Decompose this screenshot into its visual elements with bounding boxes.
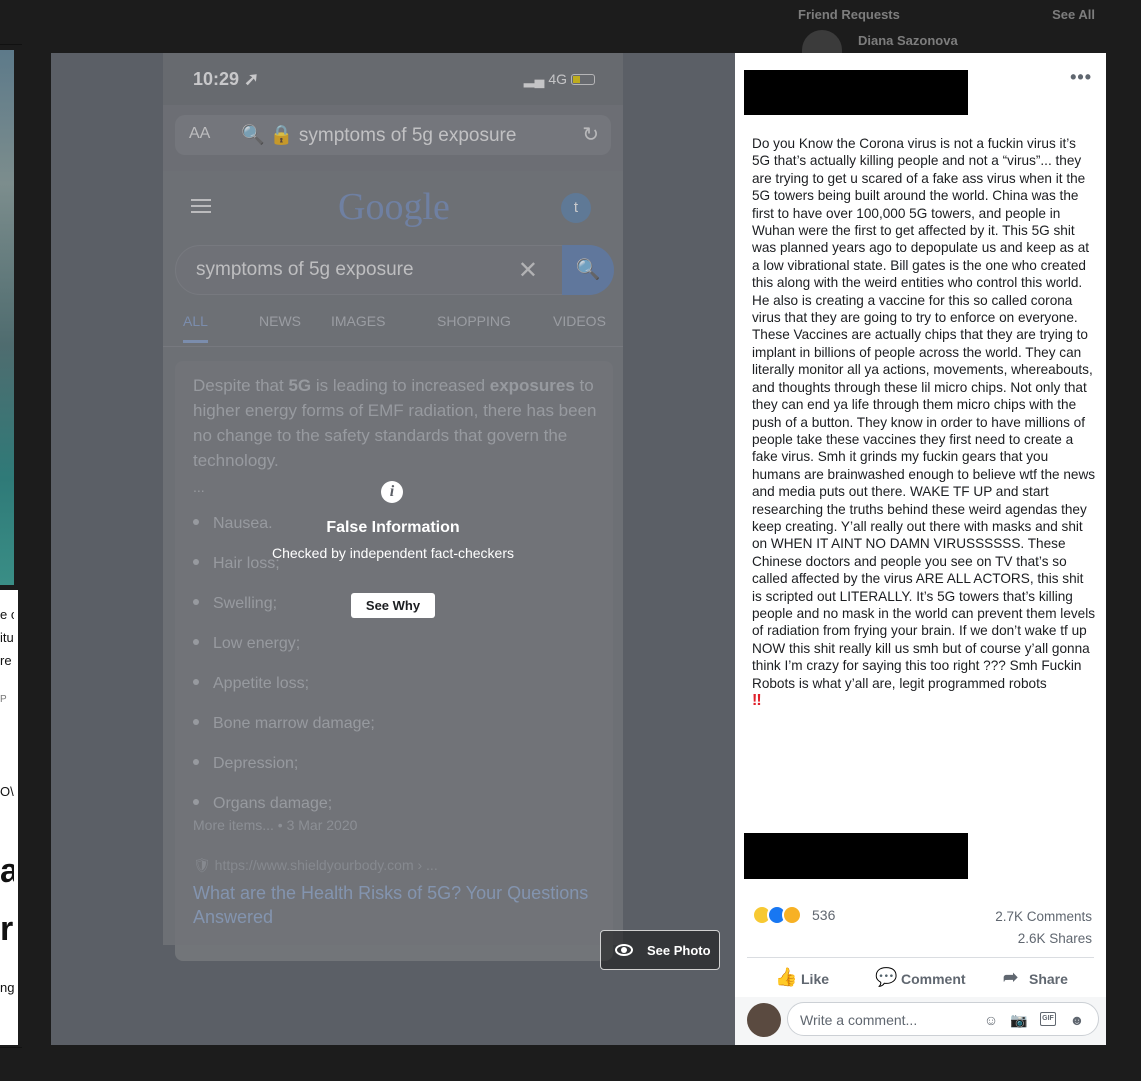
post-panel: ••• Do you Know the Corona virus is not …: [735, 53, 1106, 1045]
divider: [747, 957, 1094, 958]
background-text-fragment: e c: [0, 607, 14, 622]
friend-requests-panel: Friend Requests See All Diana Sazonova: [790, 0, 1141, 54]
see-all-link[interactable]: See All: [1052, 7, 1095, 22]
warning-subtitle: Checked by independent fact-checkers: [271, 545, 515, 561]
comment-icon: 💬: [875, 967, 898, 987]
warning-title: False Information: [326, 519, 460, 536]
redacted-block: [744, 833, 968, 879]
share-label: Share: [1029, 971, 1068, 987]
avatar: [747, 1003, 781, 1037]
like-label: Like: [801, 971, 830, 987]
wow-reaction-icon: [782, 905, 802, 925]
friend-name[interactable]: Diana Sazonova: [858, 33, 958, 48]
see-why-button[interactable]: See Why: [351, 593, 435, 618]
like-icon: 👍: [775, 967, 798, 987]
background-text-fragment: itu: [0, 630, 14, 645]
see-photo-label: See Photo: [647, 943, 711, 958]
camera-icon[interactable]: 📷: [1010, 1011, 1028, 1029]
post-text: Do you Know the Corona virus is not a fu…: [752, 136, 1096, 709]
background-text-fragment: O\: [0, 784, 14, 799]
friend-requests-title: Friend Requests: [798, 7, 900, 22]
comments-count[interactable]: 2.7K Comments: [995, 909, 1092, 924]
comment-composer: Write a comment... ☺ 📷 GIF ☻: [735, 997, 1106, 1045]
reaction-count: 536: [812, 907, 836, 923]
background-divider: [0, 1047, 22, 1048]
background-text-fragment: re: [0, 653, 12, 668]
background-heading-fragment: r: [0, 910, 14, 948]
sticker-icon[interactable]: ☻: [1068, 1011, 1086, 1029]
more-options-icon[interactable]: •••: [1070, 67, 1092, 88]
background-text-fragment: ng: [0, 980, 14, 995]
share-icon: ➦: [1003, 967, 1019, 987]
emoji-icon[interactable]: ☺: [982, 1011, 1000, 1029]
comment-placeholder: Write a comment...: [800, 1012, 918, 1028]
info-icon: i: [381, 481, 403, 503]
shares-count[interactable]: 2.6K Shares: [1018, 931, 1092, 946]
double-exclamation-emoji: ‼: [752, 692, 762, 709]
background-text-fragment: P: [0, 694, 7, 705]
photo-viewer[interactable]: 10:29 ➚ ▂▄ 4G AA 🔍 🔒 symptoms of 5g expo…: [51, 53, 735, 1045]
comment-input[interactable]: Write a comment... ☺ 📷 GIF ☻: [787, 1002, 1099, 1036]
eye-icon: [615, 944, 633, 956]
friend-avatar: [802, 30, 842, 54]
background-photo: [0, 50, 14, 585]
gif-icon[interactable]: GIF: [1040, 1012, 1056, 1026]
screen: Friend Requests See All Diana Sazonova e…: [0, 0, 1141, 1081]
see-photo-button[interactable]: See Photo: [600, 930, 720, 970]
background-divider: [0, 44, 22, 45]
comment-label: Comment: [901, 971, 966, 987]
redacted-author: [744, 70, 968, 115]
background-heading-fragment: a: [0, 852, 14, 890]
